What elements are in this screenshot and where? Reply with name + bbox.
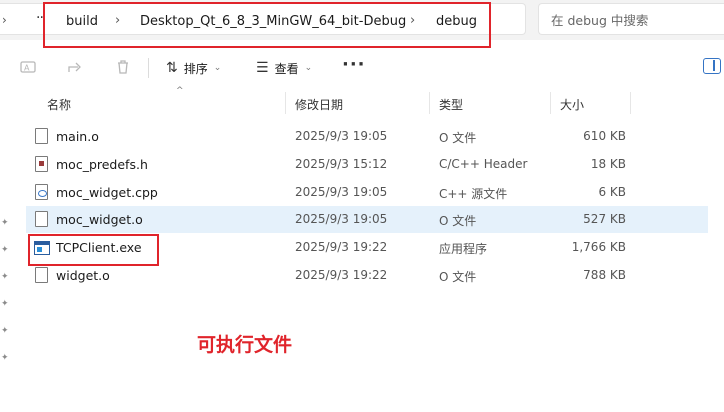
search-input[interactable] <box>551 11 711 29</box>
column-date[interactable]: 修改日期 <box>295 96 343 113</box>
file-row-moc-widget-cpp[interactable]: moc_widget.cpp 2025/9/3 19:05 C++ 源文件 6 … <box>26 179 708 206</box>
file-size: 1,766 KB <box>571 240 626 254</box>
file-row-main-o[interactable]: main.o 2025/9/3 19:05 O 文件 610 KB <box>26 123 708 150</box>
pin-icon[interactable]: ✦ <box>1 326 11 336</box>
pin-icon[interactable]: ✦ <box>1 353 11 363</box>
column-size[interactable]: 大小 <box>560 96 584 113</box>
sort-label: 排序 <box>183 61 208 76</box>
file-date: 2025/9/3 19:22 <box>295 240 388 254</box>
chevron-right-icon[interactable]: › <box>2 13 7 27</box>
cpp-file-icon <box>35 184 48 200</box>
delete-icon[interactable] <box>114 58 132 76</box>
pin-icon[interactable]: ✦ <box>1 299 11 309</box>
navigation-pane[interactable]: ✦ ✦ ✦ ✦ ✦ ✦ <box>0 90 16 412</box>
file-row-tcpclient-exe[interactable]: TCPClient.exe 2025/9/3 19:22 应用程序 1,766 … <box>26 234 708 261</box>
chevron-right-icon[interactable]: › <box>410 13 415 28</box>
file-icon <box>35 211 48 227</box>
column-divider[interactable] <box>429 92 430 114</box>
share-icon[interactable] <box>66 58 84 76</box>
file-name: widget.o <box>56 268 110 283</box>
svg-text:A: A <box>24 64 30 73</box>
chevron-down-icon: ⌄ <box>213 63 222 73</box>
file-type: O 文件 <box>439 131 477 145</box>
sort-icon: ⇅ <box>166 60 178 76</box>
file-size: 788 KB <box>583 268 626 282</box>
breadcrumb-build[interactable]: build <box>66 14 98 29</box>
file-name: moc_predefs.h <box>56 157 148 172</box>
pin-icon[interactable]: ✦ <box>1 272 11 282</box>
file-row-moc-predefs-h[interactable]: moc_predefs.h 2025/9/3 15:12 C/C++ Heade… <box>26 151 708 178</box>
details-pane-icon[interactable] <box>703 58 721 74</box>
file-type: C++ 源文件 <box>439 187 508 201</box>
file-date: 2025/9/3 19:05 <box>295 129 388 143</box>
column-type[interactable]: 类型 <box>439 96 463 113</box>
sort-ascending-icon: ^ <box>176 86 184 96</box>
file-name: moc_widget.cpp <box>56 185 158 200</box>
application-icon <box>34 241 50 255</box>
file-icon <box>35 128 48 144</box>
file-name: main.o <box>56 129 99 144</box>
file-date: 2025/9/3 19:22 <box>295 268 388 282</box>
column-divider[interactable] <box>630 92 631 114</box>
file-size: 6 KB <box>598 185 626 199</box>
pin-icon[interactable]: ✦ <box>1 245 11 255</box>
pin-icon[interactable]: ✦ <box>1 218 11 228</box>
search-box[interactable] <box>538 3 724 35</box>
file-size: 18 KB <box>590 157 626 171</box>
breadcrumb-desktop-qt[interactable]: Desktop_Qt_6_8_3_MinGW_64_bit-Debug <box>140 14 406 29</box>
view-label: 查看 <box>274 61 299 76</box>
breadcrumb-overflow[interactable]: ·· <box>36 10 44 26</box>
file-date: 2025/9/3 19:05 <box>295 185 388 199</box>
more-options-button[interactable]: ··· <box>342 54 366 75</box>
column-name[interactable]: 名称 <box>47 96 71 113</box>
file-date: 2025/9/3 15:12 <box>295 157 388 171</box>
file-type: C/C++ Header <box>439 157 528 171</box>
file-type: O 文件 <box>439 270 477 284</box>
file-name: TCPClient.exe <box>56 240 142 255</box>
view-icon: ☰ <box>256 60 269 76</box>
column-header: ^ 名称 修改日期 类型 大小 <box>16 86 724 116</box>
file-row-moc-widget-o[interactable]: moc_widget.o 2025/9/3 19:05 O 文件 527 KB <box>26 206 708 233</box>
toolbar-divider <box>148 58 149 78</box>
annotation-label: 可执行文件 <box>197 334 293 356</box>
file-type: O 文件 <box>439 214 477 228</box>
file-size: 527 KB <box>583 212 626 226</box>
address-bar[interactable]: › ·· build › Desktop_Qt_6_8_3_MinGW_64_b… <box>0 3 526 35</box>
file-type: 应用程序 <box>439 242 488 256</box>
breadcrumb-debug[interactable]: debug <box>436 14 477 29</box>
rename-icon[interactable]: A <box>19 58 37 76</box>
header-file-icon <box>35 156 48 172</box>
chevron-right-icon[interactable]: › <box>115 13 120 28</box>
chevron-down-icon: ⌄ <box>304 63 313 73</box>
command-bar: A ⇅ 排序 ⌄ ☰ 查看 ⌄ ··· <box>0 48 724 88</box>
column-divider[interactable] <box>550 92 551 114</box>
file-name: moc_widget.o <box>56 212 143 227</box>
column-divider[interactable] <box>285 92 286 114</box>
file-icon <box>35 267 48 283</box>
file-size: 610 KB <box>583 129 626 143</box>
address-bar-area: › ·· build › Desktop_Qt_6_8_3_MinGW_64_b… <box>0 0 724 40</box>
view-button[interactable]: ☰ 查看 ⌄ <box>256 58 312 78</box>
sort-button[interactable]: ⇅ 排序 ⌄ <box>166 58 221 78</box>
file-row-widget-o[interactable]: widget.o 2025/9/3 19:22 O 文件 788 KB <box>26 262 708 289</box>
file-date: 2025/9/3 19:05 <box>295 212 388 226</box>
